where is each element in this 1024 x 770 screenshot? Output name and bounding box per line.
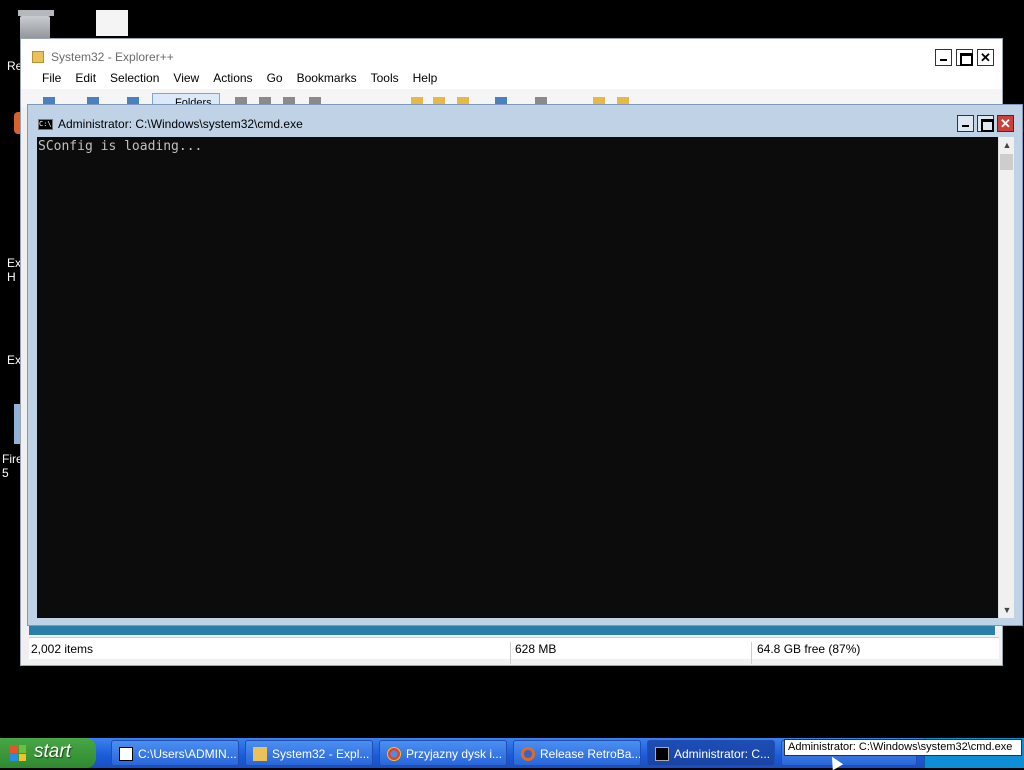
status-bar: 2,002 items 628 MB 64.8 GB free (87%) [29, 637, 999, 664]
status-size: 628 MB [515, 642, 557, 656]
taskbar-item-label: Release RetroBa... [540, 747, 641, 761]
taskbar-item-explorer[interactable]: System32 - Expl... [245, 740, 373, 766]
desktop-icon-label[interactable]: Fire 5 [2, 452, 23, 480]
console-area[interactable]: SConfig is loading... [37, 137, 998, 618]
desktop-icon-label[interactable]: Ex [7, 353, 21, 367]
vertical-scrollbar[interactable]: ▲ ▼ [998, 137, 1014, 618]
menu-help[interactable]: Help [406, 67, 445, 89]
folder-icon [253, 747, 267, 761]
console-output: SConfig is loading... [38, 139, 203, 154]
taskbar-item-label: C:\Users\ADMIN... [138, 747, 237, 761]
start-button[interactable]: start [0, 738, 96, 768]
menu-tools[interactable]: Tools [364, 67, 406, 89]
taskbar-item-label: System32 - Expl... [272, 747, 370, 761]
recycle-bin-icon[interactable] [18, 10, 56, 40]
menu-view[interactable]: View [166, 67, 206, 89]
taskbar-item-label: Administrator: C... [674, 747, 771, 761]
cmd-title[interactable]: Administrator: C:\Windows\system32\cmd.e… [58, 117, 303, 131]
menu-edit[interactable]: Edit [68, 67, 103, 89]
taskbar-tooltip: Administrator: C:\Windows\system32\cmd.e… [784, 739, 1022, 756]
cmd-window: C:\ Administrator: C:\Windows\system32\c… [27, 104, 1023, 626]
scroll-up-icon[interactable]: ▲ [999, 137, 1015, 153]
menu-file[interactable]: File [35, 67, 68, 89]
menu-go[interactable]: Go [260, 67, 290, 89]
maximize-button[interactable] [977, 115, 994, 132]
scroll-down-icon[interactable]: ▼ [999, 602, 1015, 618]
desktop-icon-label[interactable]: Ex H [7, 256, 21, 284]
menu-actions[interactable]: Actions [206, 67, 259, 89]
taskbar-item-cmd[interactable]: Administrator: C... [647, 740, 775, 766]
maximize-button[interactable] [956, 49, 973, 66]
minimize-button[interactable] [957, 115, 974, 132]
cmd-icon [655, 747, 669, 761]
windows-logo-icon [10, 745, 26, 761]
start-label: start [34, 741, 71, 762]
status-free-space: 64.8 GB free (87%) [757, 642, 861, 656]
minimize-button[interactable] [935, 49, 952, 66]
firefox-icon [521, 747, 535, 761]
taskbar-item-label: Przyjazny dysk i... [406, 747, 503, 761]
document-icon[interactable] [96, 10, 128, 36]
7zip-icon [119, 747, 133, 761]
listview-strip [29, 625, 995, 635]
explorer-title: System32 - Explorer++ [51, 50, 174, 64]
taskbar-item-chrome[interactable]: Przyjazny dysk i... [379, 740, 507, 766]
menu-bar: File Edit Selection View Actions Go Book… [21, 67, 1002, 89]
explorer-titlebar[interactable]: System32 - Explorer++ ✕ [21, 39, 1002, 67]
folder-icon [32, 51, 44, 63]
taskbar-item-firefox[interactable]: Release RetroBa... [513, 740, 641, 766]
menu-bookmarks[interactable]: Bookmarks [290, 67, 364, 89]
close-button[interactable]: ✕ [977, 49, 994, 66]
close-button[interactable]: ✕ [997, 115, 1014, 132]
cmd-icon: C:\ [38, 119, 53, 130]
status-item-count: 2,002 items [31, 642, 94, 656]
menu-selection[interactable]: Selection [103, 67, 166, 89]
chrome-icon [387, 747, 401, 761]
scroll-thumb[interactable] [1000, 154, 1013, 170]
taskbar-item-7zip[interactable]: C:\Users\ADMIN... [111, 740, 239, 766]
